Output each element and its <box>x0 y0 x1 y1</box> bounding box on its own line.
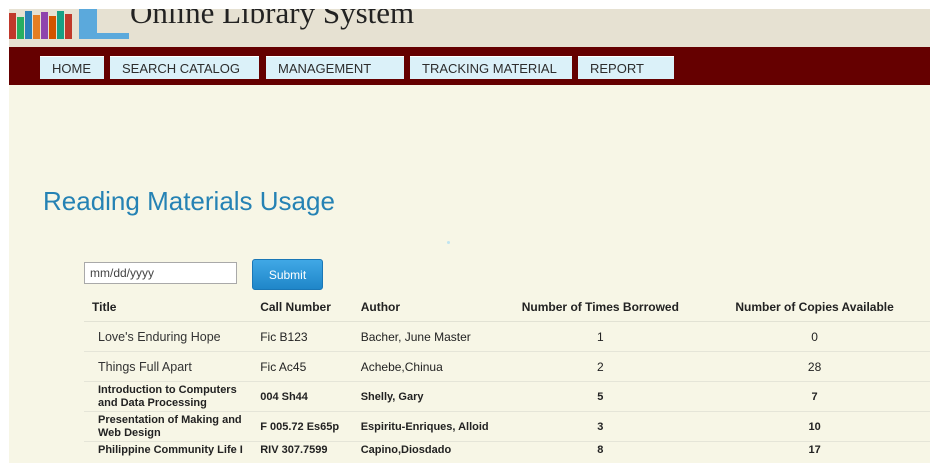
logo-book <box>9 13 16 39</box>
nav-tracking-material[interactable]: TRACKING MATERIAL <box>410 56 572 79</box>
logo-book <box>33 15 40 39</box>
nav-report[interactable]: REPORT <box>578 56 674 79</box>
cell-author: Shelly, Gary <box>352 381 502 412</box>
cell-times-borrowed: 8 <box>501 441 700 463</box>
column-header-times-borrowed: Number of Times Borrowed <box>501 292 700 322</box>
cell-title: Love's Enduring Hope <box>84 321 253 352</box>
cell-title-text: Philippine Community Life I <box>98 444 243 456</box>
site-header: Online Library System <box>9 9 930 47</box>
table-row: Philippine Community Life I RIV 307.7599… <box>84 441 930 463</box>
library-logo <box>9 9 137 39</box>
cell-call-number: Fic B123 <box>252 321 353 352</box>
table-row: Presentation of Making and Web Design F … <box>84 411 930 442</box>
page-heading: Reading Materials Usage <box>43 186 335 216</box>
table-row: Introduction to Computers and Data Proce… <box>84 381 930 412</box>
decorative-dot <box>447 241 450 244</box>
page: Online Library System HOME SEARCH CATALO… <box>9 9 930 463</box>
logo-book <box>41 12 48 39</box>
cell-copies-available: 17 <box>699 441 930 463</box>
nav-management[interactable]: MANAGEMENT <box>266 56 404 79</box>
cell-author: Espiritu-Enriques, Alloid <box>352 411 502 442</box>
cell-copies-available: 28 <box>699 351 930 382</box>
cell-title: Presentation of Making and Web Design <box>84 411 253 442</box>
table-header-row: Title Call Number Author Number of Times… <box>84 292 930 322</box>
cell-times-borrowed: 3 <box>501 411 700 442</box>
cell-title: Philippine Community Life I <box>84 441 253 463</box>
column-header-author: Author <box>352 292 502 322</box>
date-input[interactable] <box>84 262 237 284</box>
nav-search-catalog[interactable]: SEARCH CATALOG <box>110 56 259 79</box>
table-row: Things Full Apart Fic Ac45 Achebe,Chinua… <box>84 351 930 382</box>
logo-book <box>65 14 72 39</box>
cell-copies-available: 10 <box>699 411 930 442</box>
cell-times-borrowed: 1 <box>501 321 700 352</box>
logo-book <box>17 17 24 39</box>
cell-call-number: 004 Sh44 <box>252 381 353 412</box>
column-header-call-number: Call Number <box>252 292 353 322</box>
cell-author: Achebe,Chinua <box>352 351 502 382</box>
logo-book <box>49 16 56 39</box>
logo-letter-base <box>79 33 129 39</box>
cell-times-borrowed: 2 <box>501 351 700 382</box>
submit-button[interactable]: Submit <box>252 259 323 290</box>
main-nav: HOME SEARCH CATALOG MANAGEMENT TRACKING … <box>9 47 930 85</box>
usage-table: Title Call Number Author Number of Times… <box>84 292 930 463</box>
cell-author: Bacher, June Master <box>352 321 502 352</box>
cell-title: Introduction to Computers and Data Proce… <box>84 381 253 412</box>
cell-call-number: RIV 307.7599 <box>252 441 353 463</box>
cell-call-number: Fic Ac45 <box>252 351 353 382</box>
logo-book <box>25 11 32 39</box>
cell-copies-available: 7 <box>699 381 930 412</box>
cell-times-borrowed: 5 <box>501 381 700 412</box>
cell-title: Things Full Apart <box>84 351 253 382</box>
column-header-copies-available: Number of Copies Available <box>699 292 930 322</box>
cell-call-number: F 005.72 Es65p <box>252 411 353 442</box>
cell-copies-available: 0 <box>699 321 930 352</box>
site-title: Online Library System <box>130 9 415 30</box>
cell-author: Capino,Diosdado <box>352 441 502 463</box>
logo-book <box>57 11 64 39</box>
column-header-title: Title <box>84 292 253 322</box>
table-row: Love's Enduring Hope Fic B123 Bacher, Ju… <box>84 321 930 352</box>
nav-home[interactable]: HOME <box>40 56 104 79</box>
